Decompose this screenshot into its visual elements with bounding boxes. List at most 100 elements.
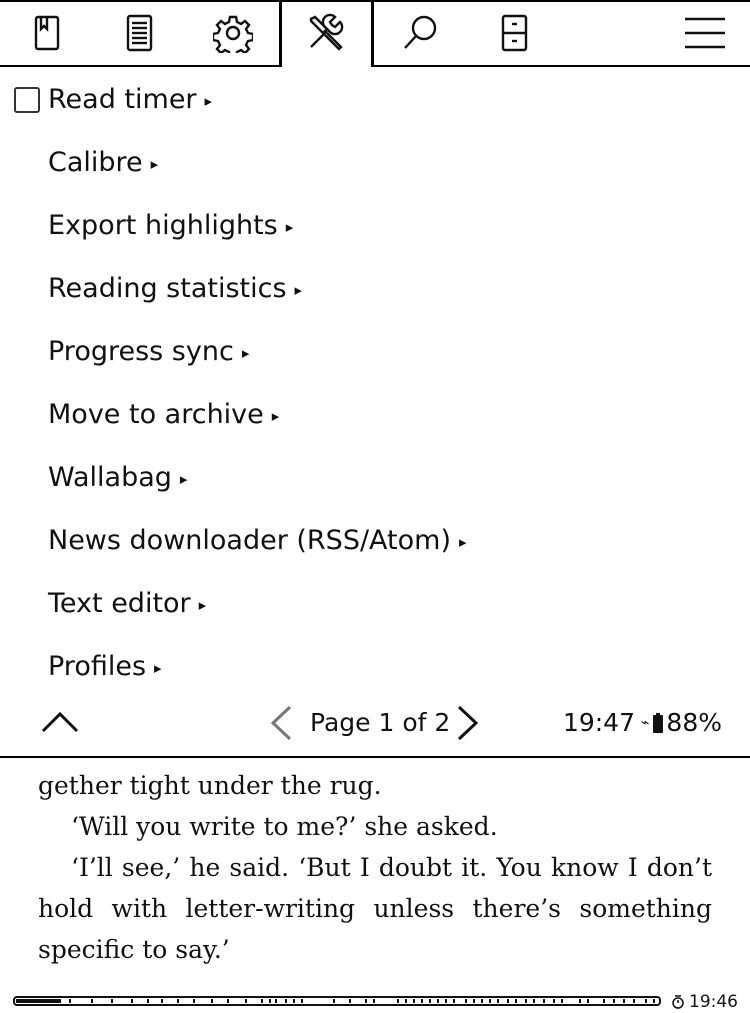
chapter-tick xyxy=(533,999,535,1003)
tab-file-manager[interactable] xyxy=(489,8,539,58)
wifi-off-icon: ⌁ xyxy=(640,714,650,731)
chapter-tick xyxy=(525,999,527,1003)
chapter-tick xyxy=(177,999,179,1003)
chapter-tick xyxy=(293,999,295,1003)
chapter-tick xyxy=(91,999,93,1003)
search-icon xyxy=(404,15,437,49)
book-paragraph: ‘Will you write to me?’ she asked. xyxy=(71,812,498,841)
submenu-arrow-icon: ▸ xyxy=(198,595,207,614)
tab-bar xyxy=(0,0,750,68)
chapter-tick xyxy=(147,999,149,1003)
chapter-tick xyxy=(269,999,271,1003)
battery-icon xyxy=(653,712,664,733)
menu-item-move-to-archive[interactable]: Move to archive ▸ xyxy=(0,383,750,446)
menu-item-label: News downloader (RSS/Atom) xyxy=(48,525,451,556)
chapter-tick xyxy=(489,999,491,1003)
chapter-tick xyxy=(421,999,423,1003)
menu-item-label: Move to archive xyxy=(48,399,264,430)
hamburger-menu-icon xyxy=(685,17,725,49)
bottom-clock: 19:46 xyxy=(671,992,738,1012)
menu-item-wallabag[interactable]: Wallabag ▸ xyxy=(0,446,750,509)
document-icon xyxy=(126,14,153,52)
clock-icon xyxy=(672,995,684,1009)
chapter-tick xyxy=(561,999,563,1003)
chapter-tick xyxy=(613,999,615,1003)
chapter-tick xyxy=(453,999,455,1003)
chapter-tick xyxy=(579,999,581,1003)
submenu-arrow-icon: ▸ xyxy=(204,91,213,110)
menu-item-label: Progress sync xyxy=(48,336,234,367)
chevron-up-icon[interactable] xyxy=(40,706,80,736)
chapter-tick xyxy=(465,999,467,1003)
chapter-tick xyxy=(653,999,655,1003)
menu-item-reading-statistics[interactable]: Reading statistics ▸ xyxy=(0,257,750,320)
tools-icon xyxy=(309,13,344,51)
menu-item-read-timer[interactable]: Read timer ▸ xyxy=(0,68,750,131)
book-paragraph: ‘I’ll see,’ he said. ‘But I doubt it. Yo… xyxy=(38,853,712,964)
progress-fill xyxy=(16,999,61,1003)
gear-icon xyxy=(213,15,253,53)
next-page-icon[interactable] xyxy=(455,704,481,742)
chapter-tick xyxy=(543,999,545,1003)
bookmark-icon xyxy=(34,15,60,51)
read-timer-checkbox[interactable] xyxy=(14,86,40,113)
menu-item-label: Export highlights xyxy=(48,210,278,241)
submenu-arrow-icon: ▸ xyxy=(294,280,303,299)
tab-bookmark[interactable] xyxy=(21,8,71,58)
chapter-tick xyxy=(285,999,287,1003)
chapter-tick xyxy=(227,999,229,1003)
submenu-arrow-icon: ▸ xyxy=(285,217,294,236)
chapter-tick xyxy=(633,999,635,1003)
tab-document[interactable] xyxy=(114,8,164,58)
tab-main-menu[interactable] xyxy=(680,8,730,58)
chapter-tick xyxy=(497,999,499,1003)
menu-item-progress-sync[interactable]: Progress sync ▸ xyxy=(0,320,750,383)
chapter-tick xyxy=(445,999,447,1003)
chapter-tick xyxy=(413,999,415,1003)
chapter-tick xyxy=(429,999,431,1003)
submenu-arrow-icon: ▸ xyxy=(241,343,250,362)
chapter-tick xyxy=(603,999,605,1003)
clock-time: 19:46 xyxy=(689,992,738,1012)
menu-item-text-editor[interactable]: Text editor ▸ xyxy=(0,572,750,635)
tab-tools[interactable] xyxy=(300,8,350,58)
time-display: 19:47 xyxy=(562,708,635,737)
submenu-arrow-icon: ▸ xyxy=(179,469,188,488)
chapter-tick xyxy=(275,999,277,1003)
chapter-tick xyxy=(587,999,589,1003)
submenu-arrow-icon: ▸ xyxy=(150,154,159,173)
chapter-tick xyxy=(365,999,367,1003)
chapter-tick xyxy=(373,999,375,1003)
menu-item-label: Calibre xyxy=(48,147,143,178)
menu-item-label: Profiles xyxy=(48,651,147,682)
menu-footer: Page 1 of 2 19:47 ⌁ 88% xyxy=(0,692,750,758)
tab-search[interactable] xyxy=(395,8,445,58)
reading-progress-bar[interactable] xyxy=(13,996,661,1006)
chapter-tick xyxy=(405,999,407,1003)
chapter-tick xyxy=(333,999,335,1003)
menu-item-export-highlights[interactable]: Export highlights ▸ xyxy=(0,194,750,257)
book-content: gether tight under the rug. ‘Will you wr… xyxy=(38,765,712,970)
submenu-arrow-icon: ▸ xyxy=(459,532,467,551)
chapter-tick xyxy=(161,999,163,1003)
chapter-tick xyxy=(193,999,195,1003)
chapter-tick xyxy=(111,999,113,1003)
status-info: 19:47 ⌁ 88% xyxy=(563,708,722,737)
previous-page-icon[interactable] xyxy=(268,704,294,742)
menu-item-profiles[interactable]: Profiles ▸ xyxy=(0,635,750,698)
chapter-tick xyxy=(349,999,351,1003)
submenu-arrow-icon: ▸ xyxy=(271,406,280,425)
menu-item-news-downloader[interactable]: News downloader (RSS/Atom) ▸ xyxy=(0,509,750,572)
menu-item-label: Read timer xyxy=(48,84,197,115)
chapter-tick xyxy=(473,999,475,1003)
tab-settings[interactable] xyxy=(208,8,258,58)
chapter-tick xyxy=(301,999,303,1003)
chapter-tick xyxy=(245,999,247,1003)
battery-level: 88% xyxy=(666,708,722,737)
chapter-tick xyxy=(507,999,509,1003)
chapter-tick xyxy=(397,999,399,1003)
menu-item-calibre[interactable]: Calibre ▸ xyxy=(0,131,750,194)
menu-item-label: Text editor xyxy=(48,588,191,619)
chapter-tick xyxy=(131,999,133,1003)
chapter-tick xyxy=(69,999,71,1003)
